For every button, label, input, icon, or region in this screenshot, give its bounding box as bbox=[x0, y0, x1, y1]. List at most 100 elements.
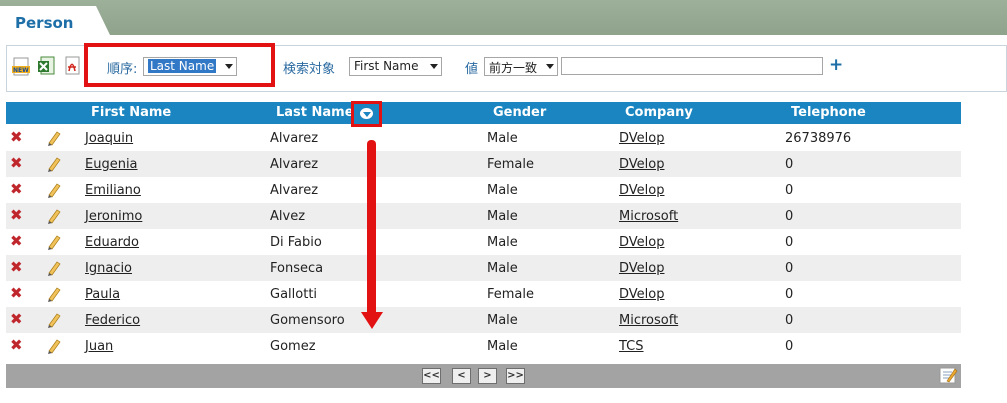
column-header-last-name[interactable]: Last Name bbox=[276, 105, 354, 120]
chevron-down-icon bbox=[430, 64, 438, 69]
delete-icon[interactable]: ✖ bbox=[10, 285, 23, 301]
edit-icon[interactable] bbox=[46, 208, 62, 224]
delete-icon[interactable]: ✖ bbox=[10, 259, 23, 275]
first-name-link[interactable]: Ignacio bbox=[85, 261, 132, 276]
delete-icon[interactable]: ✖ bbox=[10, 129, 23, 145]
chevron-down-icon bbox=[225, 64, 233, 69]
company-link[interactable]: TCS bbox=[619, 339, 644, 354]
gender-cell: Male bbox=[487, 261, 518, 276]
gender-cell: Female bbox=[487, 157, 535, 172]
excel-export-icon[interactable] bbox=[37, 56, 55, 76]
gender-cell: Female bbox=[487, 287, 535, 302]
sort-direction-arrow bbox=[367, 140, 376, 318]
company-link[interactable]: DVelop bbox=[619, 261, 664, 276]
gender-cell: Male bbox=[487, 131, 518, 146]
delete-icon[interactable]: ✖ bbox=[10, 155, 23, 171]
telephone-cell: 0 bbox=[785, 261, 794, 276]
delete-icon[interactable]: ✖ bbox=[10, 311, 23, 327]
table-row: ✖ Jeronimo Alvez Male Microsoft 0 bbox=[6, 203, 961, 229]
search-target-select[interactable]: First Name bbox=[349, 57, 442, 76]
prev-page-button[interactable]: < bbox=[452, 368, 471, 384]
search-target-value: First Name bbox=[354, 59, 419, 73]
table-row: ✖ Joaquin Alvarez Male DVelop 26738976 bbox=[6, 125, 961, 151]
edit-icon[interactable] bbox=[46, 312, 62, 328]
sort-indicator-icon[interactable] bbox=[351, 101, 382, 127]
company-link[interactable]: DVelop bbox=[619, 287, 664, 302]
first-name-link[interactable]: Juan bbox=[85, 339, 113, 354]
column-header-telephone[interactable]: Telephone bbox=[791, 105, 866, 120]
last-name-cell: Gallotti bbox=[270, 287, 318, 302]
search-target-label: 検索対象 bbox=[283, 62, 336, 77]
edit-icon[interactable] bbox=[46, 130, 62, 146]
company-link[interactable]: DVelop bbox=[619, 235, 664, 250]
table-row: ✖ Paula Gallotti Female DVelop 0 bbox=[6, 281, 961, 307]
gender-cell: Male bbox=[487, 339, 518, 354]
first-name-link[interactable]: Emiliano bbox=[85, 183, 141, 198]
first-name-link[interactable]: Eduardo bbox=[85, 235, 139, 250]
last-name-cell: Alvez bbox=[270, 209, 306, 224]
last-name-cell: Alvarez bbox=[270, 157, 319, 172]
svg-text:NEW: NEW bbox=[13, 67, 29, 74]
add-filter-button[interactable]: + bbox=[829, 55, 843, 75]
delete-icon[interactable]: ✖ bbox=[10, 337, 23, 353]
telephone-cell: 0 bbox=[785, 209, 794, 224]
last-name-cell: Alvarez bbox=[270, 183, 319, 198]
edit-icon[interactable] bbox=[46, 260, 62, 276]
gender-cell: Male bbox=[487, 183, 518, 198]
first-name-link[interactable]: Jeronimo bbox=[85, 209, 142, 224]
first-name-link[interactable]: Paula bbox=[85, 287, 120, 302]
company-link[interactable]: Microsoft bbox=[619, 313, 678, 328]
column-header-company[interactable]: Company bbox=[625, 105, 693, 120]
edit-icon[interactable] bbox=[46, 286, 62, 302]
first-name-link[interactable]: Federico bbox=[85, 313, 140, 328]
gender-cell: Male bbox=[487, 313, 518, 328]
table-row: ✖ Juan Gomez Male TCS 0 bbox=[6, 333, 961, 359]
table-row: ✖ Ignacio Fonseca Male DVelop 0 bbox=[6, 255, 961, 281]
gender-cell: Male bbox=[487, 235, 518, 250]
value-input[interactable] bbox=[561, 57, 823, 75]
first-name-link[interactable]: Joaquin bbox=[85, 131, 133, 146]
tab-person-label: Person bbox=[15, 14, 74, 32]
last-name-cell: Alvarez bbox=[270, 131, 319, 146]
edit-icon[interactable] bbox=[46, 234, 62, 250]
telephone-cell: 0 bbox=[785, 183, 794, 198]
match-type-select[interactable]: 前方一致 bbox=[484, 57, 558, 76]
telephone-cell: 0 bbox=[785, 235, 794, 250]
grid-header: First Name Last Name Gender Company Tele… bbox=[6, 102, 961, 124]
match-type-value: 前方一致 bbox=[489, 61, 538, 75]
table-row: ✖ Eduardo Di Fabio Male DVelop 0 bbox=[6, 229, 961, 255]
company-link[interactable]: DVelop bbox=[619, 157, 664, 172]
column-header-first-name[interactable]: First Name bbox=[91, 105, 171, 120]
delete-icon[interactable]: ✖ bbox=[10, 181, 23, 197]
edit-icon[interactable] bbox=[46, 182, 62, 198]
chevron-down-icon bbox=[546, 64, 554, 69]
value-label: 値 bbox=[465, 62, 479, 77]
grid-settings-icon[interactable] bbox=[938, 365, 958, 385]
pdf-export-icon[interactable] bbox=[63, 56, 81, 76]
company-link[interactable]: Microsoft bbox=[619, 209, 678, 224]
new-icon[interactable]: NEW bbox=[12, 57, 30, 77]
table-row: ✖ Eugenia Alvarez Female DVelop 0 bbox=[6, 151, 961, 177]
last-name-cell: Gomensoro bbox=[270, 313, 345, 328]
last-name-cell: Gomez bbox=[270, 339, 316, 354]
sort-direction-arrowhead bbox=[361, 312, 383, 329]
next-page-button[interactable]: > bbox=[478, 368, 497, 384]
delete-icon[interactable]: ✖ bbox=[10, 233, 23, 249]
telephone-cell: 0 bbox=[785, 287, 794, 302]
first-name-link[interactable]: Eugenia bbox=[85, 157, 138, 172]
tab-bar: Person bbox=[0, 0, 1007, 35]
edit-icon[interactable] bbox=[46, 338, 62, 354]
telephone-cell: 0 bbox=[785, 313, 794, 328]
company-link[interactable]: DVelop bbox=[619, 131, 664, 146]
edit-icon[interactable] bbox=[46, 156, 62, 172]
table-row: ✖ Emiliano Alvarez Male DVelop 0 bbox=[6, 177, 961, 203]
last-page-button[interactable]: >> bbox=[506, 368, 525, 384]
order-label: 順序: bbox=[107, 62, 138, 77]
company-link[interactable]: DVelop bbox=[619, 183, 664, 198]
gender-cell: Male bbox=[487, 209, 518, 224]
order-select[interactable]: Last Name bbox=[143, 57, 237, 76]
first-page-button[interactable]: << bbox=[422, 368, 441, 384]
pager-bar: << < > >> bbox=[6, 364, 961, 388]
delete-icon[interactable]: ✖ bbox=[10, 207, 23, 223]
column-header-gender[interactable]: Gender bbox=[493, 105, 546, 120]
